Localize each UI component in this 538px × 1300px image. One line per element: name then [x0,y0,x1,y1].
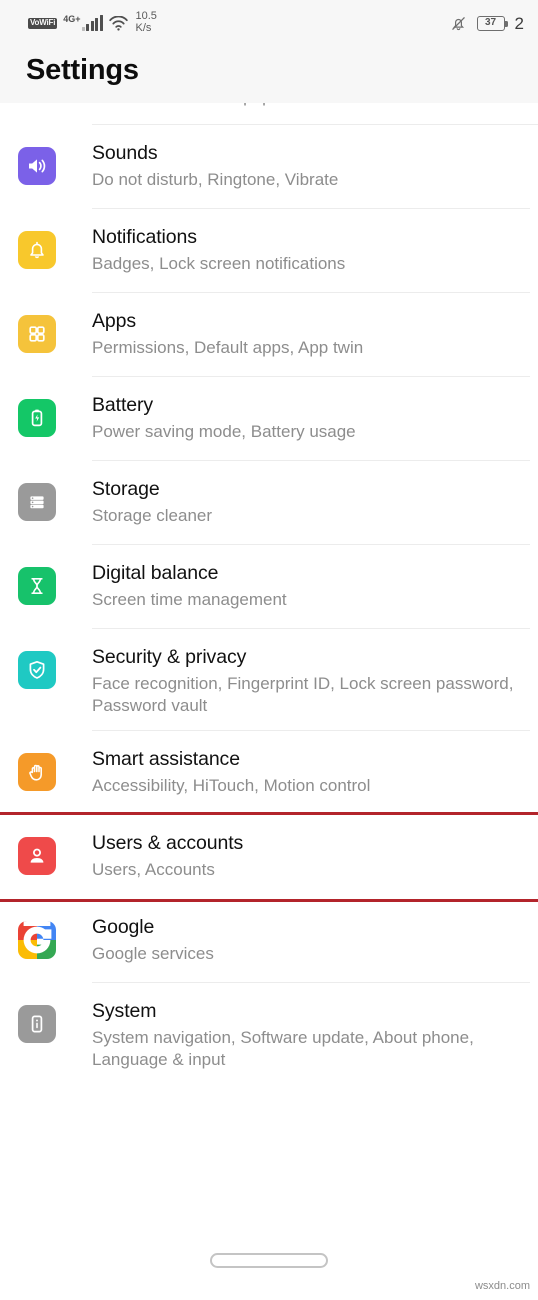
settings-row-smart-assistance[interactable]: Smart assistance Accessibility, HiTouch,… [0,731,538,816]
settings-row-digital-balance[interactable]: Digital balance Screen time management [0,545,538,629]
phone-info-icon [18,1005,56,1044]
settings-row-users-accounts[interactable]: Users & accounts Users, Accounts [0,812,538,903]
row-subtitle: Do not disturb, Ringtone, Vibrate [92,169,339,189]
row-title: System [92,1000,157,1023]
clock-partial: 2 [514,13,524,33]
row-text-group: Battery Power saving mode, Battery usage [92,391,524,443]
row-text-group: System System navigation, Software updat… [92,997,524,1071]
row-title: Battery [92,394,154,416]
row-subtitle: Users, Accounts [92,860,215,880]
row-text-group: Google Google services [92,913,524,965]
row-text-group: Sounds Do not disturb, Ringtone, Vibrate [92,139,524,191]
settings-row-security-privacy[interactable]: Security & privacy Face recognition, Fin… [0,629,538,732]
row-subtitle: Screen time management [92,589,287,609]
settings-row-google[interactable]: Google Google services [0,899,538,984]
list-item-clipped[interactable]: Home screen & wallpaper [0,103,538,125]
battery-bolt-icon [18,399,56,437]
row-text-group: Users & accounts Users, Accounts [92,829,524,881]
row-title: Users & accounts [92,832,244,855]
settings-row-system[interactable]: System System navigation, Software updat… [0,983,538,1085]
hourglass-icon [18,567,56,605]
signal-bars-icon: 4G+ [63,15,103,31]
row-subtitle: Power saving mode, Battery usage [92,421,356,441]
row-title: Sounds [92,142,158,164]
row-subtitle: System navigation, Software update, Abou… [92,1028,474,1070]
settings-row-battery[interactable]: Battery Power saving mode, Battery usage [0,377,538,461]
shield-check-icon [18,651,56,689]
row-text-group: Storage Storage cleaner [92,475,524,527]
row-subtitle: Face recognition, Fingerprint ID, Lock s… [92,673,514,716]
settings-row-apps[interactable]: Apps Permissions, Default apps, App twin [0,293,538,377]
row-title: Google [92,916,155,939]
row-title: Digital balance [92,562,219,584]
row-text-group: Security & privacy Face recognition, Fin… [92,643,524,717]
vowifi-badge-icon: VoWiFi [28,17,58,29]
settings-row-storage[interactable]: Storage Storage cleaner [0,461,538,545]
signal-bars-glyph [81,15,103,31]
row-title: Storage [92,478,160,500]
row-subtitle: Badges, Lock screen notifications [92,253,346,273]
bell-icon [18,231,56,269]
row-subtitle: Google services [92,944,214,964]
row-title: Notifications [92,226,197,248]
navigation-bar [0,1253,538,1268]
settings-row-sounds[interactable]: Sounds Do not disturb, Ringtone, Vibrate [0,125,538,209]
google-g-icon [18,921,56,960]
row-subtitle: Storage cleaner [92,505,213,525]
storage-stack-icon [18,483,56,521]
status-bar-left: VoWiFi 4G+ 10.5 K/s [28,11,157,34]
row-subtitle: Accessibility, HiTouch, Motion control [92,776,371,796]
row-text-group: Smart assistance Accessibility, HiTouch,… [92,745,524,797]
home-gesture-bar[interactable] [210,1253,328,1268]
page-title: Settings [26,54,139,86]
row-text-group: Notifications Badges, Lock screen notifi… [92,223,524,275]
status-bar: VoWiFi 4G+ 10.5 K/s 37 2 [0,0,538,46]
network-speed-indicator: 10.5 K/s [135,10,157,34]
row-subtitle: Permissions, Default apps, App twin [92,337,364,357]
row-text-group: Digital balance Screen time management [92,559,524,611]
watermark: wsxdn.com [474,1280,530,1292]
row-title: Security & privacy [92,646,247,668]
speaker-volume-icon [18,147,56,185]
settings-header: Settings [0,46,538,103]
bell-muted-icon [450,15,467,32]
battery-icon: 37 [476,15,508,31]
wifi-icon [108,15,128,31]
status-bar-right: 37 2 [450,15,524,32]
row-text-group: Apps Permissions, Default apps, App twin [92,307,524,359]
grid-squares-icon [18,315,56,353]
phone-screen: VoWiFi 4G+ 10.5 K/s 37 2 Settings Sounds… [0,0,538,1300]
settings-row-notifications[interactable]: Notifications Badges, Lock screen notifi… [0,209,538,293]
row-title: Smart assistance [92,748,240,771]
row-title: Apps [92,310,137,332]
hand-icon [18,753,56,792]
person-icon [18,837,56,876]
settings-list[interactable]: Home screen & wallpaper Sounds Do not di… [0,103,538,1086]
